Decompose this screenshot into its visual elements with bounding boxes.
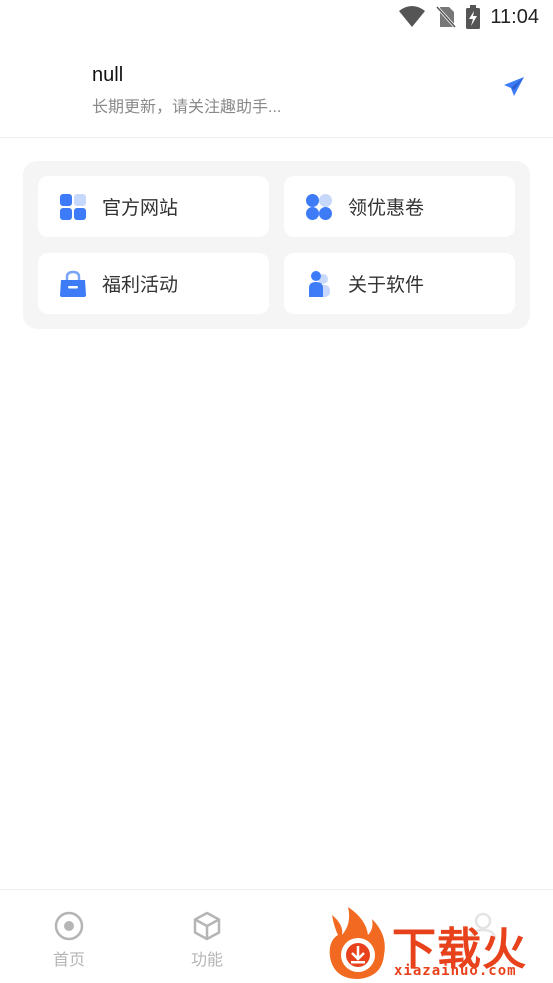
coupon-button[interactable]: 领优惠卷	[284, 176, 515, 237]
clover-icon	[304, 192, 334, 222]
welfare-activity-label: 福利活动	[102, 275, 179, 296]
status-bar: 11:04	[0, 0, 553, 38]
wifi-icon	[398, 5, 426, 29]
header: null 长期更新，请关注趣助手...	[0, 38, 553, 138]
official-website-button[interactable]: 官方网站	[38, 176, 269, 237]
page-subtitle: 长期更新，请关注趣助手...	[92, 99, 282, 116]
shopping-bag-icon	[58, 269, 88, 299]
status-icons: 11:04	[398, 5, 539, 29]
user-icon	[304, 269, 334, 299]
nav-functions-label: 功能	[190, 952, 223, 969]
send-button[interactable]	[501, 74, 527, 100]
nav-home-label: 首页	[52, 952, 85, 969]
target-icon	[54, 911, 84, 941]
welfare-activity-button[interactable]: 福利活动	[38, 253, 269, 314]
coupon-label: 领优惠卷	[348, 198, 425, 219]
status-time: 11:04	[490, 5, 539, 28]
quick-actions-panel: 官方网站 领优惠卷 福利活动 关于软件	[23, 161, 530, 329]
battery-charging-icon	[466, 5, 481, 29]
about-software-button[interactable]: 关于软件	[284, 253, 515, 314]
cube-icon	[193, 911, 221, 941]
watermark: 下载火 xiazaihuo.com	[322, 905, 553, 983]
page-title: null	[92, 64, 124, 86]
send-icon	[504, 77, 524, 96]
no-sim-icon	[436, 5, 457, 29]
about-software-label: 关于软件	[348, 275, 425, 296]
nav-functions[interactable]: 功能	[172, 910, 242, 970]
watermark-url: xiazaihuo.com	[394, 963, 517, 979]
flame-logo	[329, 907, 385, 979]
official-website-label: 官方网站	[102, 198, 179, 219]
nav-home[interactable]: 首页	[34, 910, 104, 970]
grid-apps-icon	[58, 192, 88, 222]
